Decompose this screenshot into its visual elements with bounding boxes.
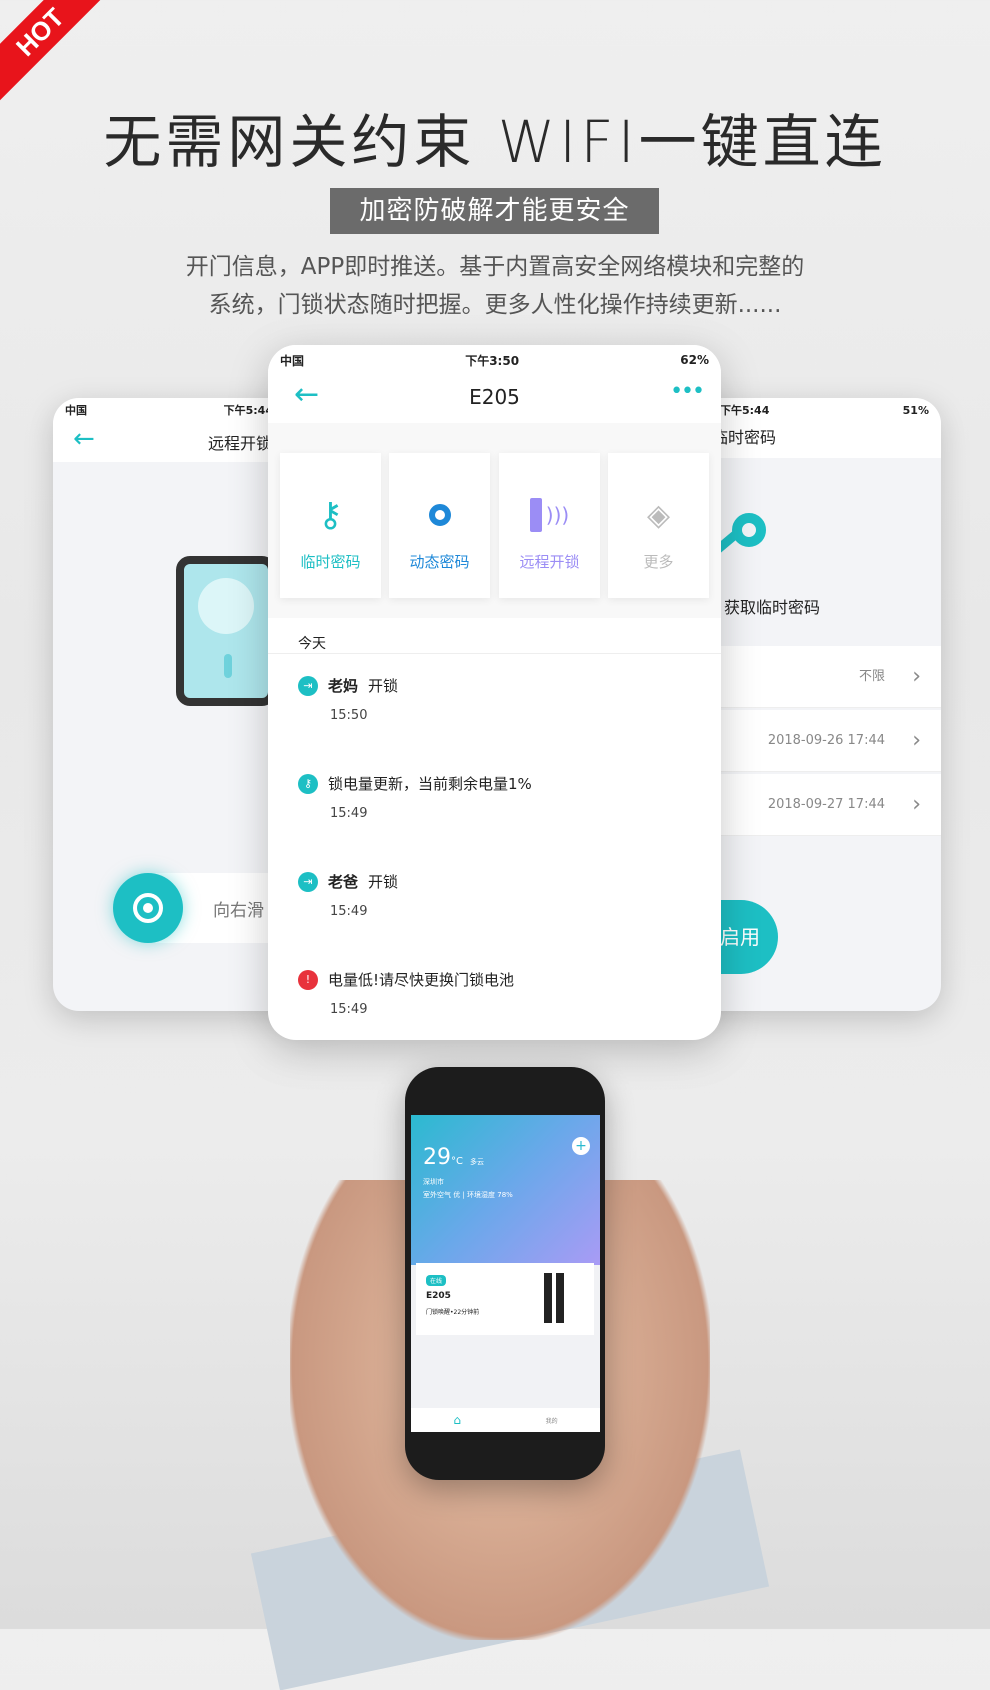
event-user: 老妈 (328, 677, 359, 695)
event-action: 开锁 (368, 873, 399, 891)
slide-hint: 向右滑 (213, 901, 264, 921)
remote-unlock-icon (529, 498, 542, 532)
tile-temp-password[interactable]: ⚷ 临时密码 (280, 453, 381, 598)
temp-unit: °C (451, 1156, 463, 1167)
screen-title: E205 (469, 385, 520, 409)
phone-home-screen: 29°C 多云 深圳市 室外空气 优 | 环境湿度 78% + 在线 E205 … (411, 1115, 600, 1432)
description-line: 开门信息，APP即时推送。基于内置高安全网络模块和完整的 (185, 254, 805, 280)
key-icon: ⚷ (298, 773, 318, 794)
tile-more[interactable]: ◈ 更多 (608, 453, 709, 598)
subheadline: 加密防破解才能更安全 (330, 188, 659, 234)
air-quality: 室外空气 优 | 环境湿度 78% (423, 1191, 513, 1199)
tile-label: 远程开锁 (519, 553, 580, 571)
status-time: 下午5:44 (223, 404, 273, 417)
more-icon[interactable]: ••• (670, 379, 705, 404)
event-time: 15:50 (330, 708, 368, 723)
event-item[interactable]: ! 电量低!请尽快更换门锁电池 15:49 (298, 969, 514, 1017)
hot-badge: HOT (0, 0, 111, 103)
city: 深圳市 (423, 1178, 444, 1186)
event-user: 老爸 (328, 873, 359, 891)
caption: 获取临时密码 (724, 598, 821, 617)
event-action: 电量低!请尽快更换门锁电池 (328, 971, 515, 989)
target-icon (133, 893, 163, 923)
event-item[interactable]: ⇥ 老妈 开锁 15:50 (298, 675, 398, 723)
event-time: 15:49 (330, 1002, 368, 1017)
add-icon[interactable]: + (572, 1137, 590, 1155)
device-name: E205 (426, 1291, 451, 1301)
carrier: 中国 (65, 404, 87, 417)
chevron-right-icon: › (912, 728, 921, 753)
layers-icon: ◈ (646, 497, 671, 533)
status-time: 下午3:50 (465, 353, 520, 368)
warning-icon: ! (298, 969, 318, 990)
event-time: 15:49 (330, 806, 368, 821)
battery: 51% (902, 403, 929, 417)
tile-label: 临时密码 (300, 553, 361, 571)
event-item[interactable]: ⚷ 锁电量更新，当前剩余电量1% 15:49 (298, 773, 532, 821)
headline: 无需网关约束 WIFI一键直连 (103, 108, 887, 176)
chevron-right-icon: › (912, 664, 921, 689)
unlock-icon: ⇥ (298, 871, 318, 892)
event-time: 15:49 (330, 904, 368, 919)
profile-tab[interactable]: 我的 (546, 1416, 558, 1425)
description: 开门信息，APP即时推送。基于内置高安全网络模块和完整的 系统，门锁状态随时把握… (0, 248, 990, 324)
event-action: 锁电量更新，当前剩余电量1% (328, 775, 532, 793)
event-item[interactable]: ⇥ 老爸 开锁 15:49 (298, 871, 398, 919)
section-today: 今天 (298, 636, 326, 652)
screen-title: 远程开锁 (208, 434, 273, 453)
tile-dynamic-password[interactable]: 动态密码 (389, 453, 490, 598)
weather: 多云 (469, 1158, 484, 1166)
lock-detail-screen: 中国 下午3:50 62% ← E205 ••• ⚷ 临时密码 动态密码 )))… (268, 345, 721, 1040)
device-status: 门锁唤醒•22分钟前 (426, 1309, 480, 1316)
lock-illustration (176, 556, 276, 706)
row-value: 2018-09-27 17:44 (767, 797, 885, 812)
door-lock-image (544, 1273, 552, 1323)
tile-label: 动态密码 (409, 553, 470, 571)
unlock-icon: ⇥ (298, 675, 318, 696)
row-value: 2018-09-26 17:44 (767, 733, 885, 748)
tile-label: 更多 (643, 553, 674, 571)
slide-handle[interactable] (113, 873, 183, 943)
device-card[interactable]: 在线 E205 门锁唤醒•22分钟前 (416, 1263, 594, 1335)
row-value: 不限 (858, 669, 885, 684)
description-line: 系统，门锁状态随时把握。更多人性化操作持续更新...... (208, 292, 782, 318)
battery: 62% (680, 353, 709, 367)
key-icon: ⚷ (318, 495, 343, 535)
temperature: 29 (423, 1145, 451, 1170)
status-tag: 在线 (426, 1275, 447, 1286)
event-action: 开锁 (368, 677, 399, 695)
home-tab-icon[interactable]: ⌂ (453, 1413, 461, 1427)
tile-remote-unlock[interactable]: ))) 远程开锁 (499, 453, 600, 598)
status-time: 下午5:44 (720, 404, 770, 417)
carrier: 中国 (280, 353, 305, 368)
dynamic-key-icon (428, 504, 451, 526)
back-arrow-icon[interactable]: ← (73, 424, 95, 454)
button-label: 启用 (720, 925, 760, 949)
chevron-right-icon: › (912, 792, 921, 817)
